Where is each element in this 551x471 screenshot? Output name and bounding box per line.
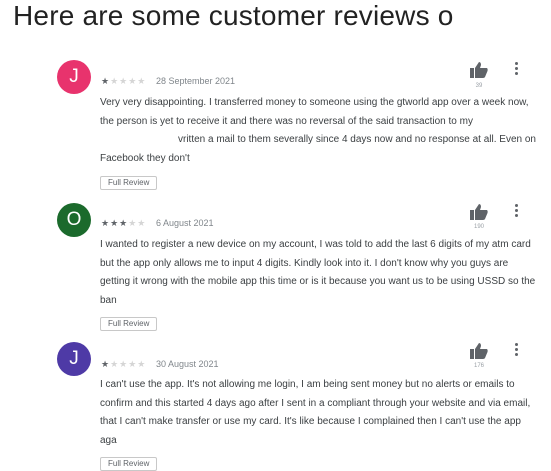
review-date: 28 September 2021: [156, 76, 236, 86]
star-icon: ★★: [128, 218, 147, 228]
page-heading: Here are some customer reviews o: [13, 0, 454, 31]
star-icon: ★: [101, 359, 111, 369]
review-text: I wanted to register a new device on my …: [100, 239, 536, 306]
star-icon: ★★★★: [110, 76, 147, 86]
more-options-icon[interactable]: [514, 204, 520, 218]
star-rating: ★★★★★: [101, 76, 146, 87]
review-date: 6 August 2021: [156, 218, 214, 228]
helpful-count: 176: [473, 363, 484, 369]
star-icon: ★★★★: [110, 359, 147, 369]
review-date: 30 August 2021: [156, 359, 219, 369]
star-icon: ★: [101, 76, 111, 86]
avatar: O: [57, 203, 91, 237]
more-options-icon[interactable]: [514, 62, 520, 76]
thumbs-up-icon[interactable]: [470, 204, 488, 220]
review-text: I can't use the app. It's not allowing m…: [100, 379, 531, 446]
helpful-count: 190: [473, 224, 484, 230]
more-options-icon[interactable]: [514, 343, 520, 357]
full-review-button[interactable]: Full Review: [100, 317, 158, 331]
avatar: J: [57, 60, 91, 94]
thumbs-up-icon[interactable]: [470, 343, 488, 359]
star-rating: ★★★★★: [101, 218, 146, 229]
thumbs-up-icon[interactable]: [470, 62, 488, 78]
helpful-count: 39: [475, 83, 483, 89]
avatar: J: [57, 342, 91, 376]
full-review-button[interactable]: Full Review: [100, 176, 158, 190]
star-rating: ★★★★★: [101, 359, 146, 370]
review-text: Very very disappointing. I transferred m…: [100, 97, 536, 164]
star-icon: ★★★: [101, 218, 129, 228]
